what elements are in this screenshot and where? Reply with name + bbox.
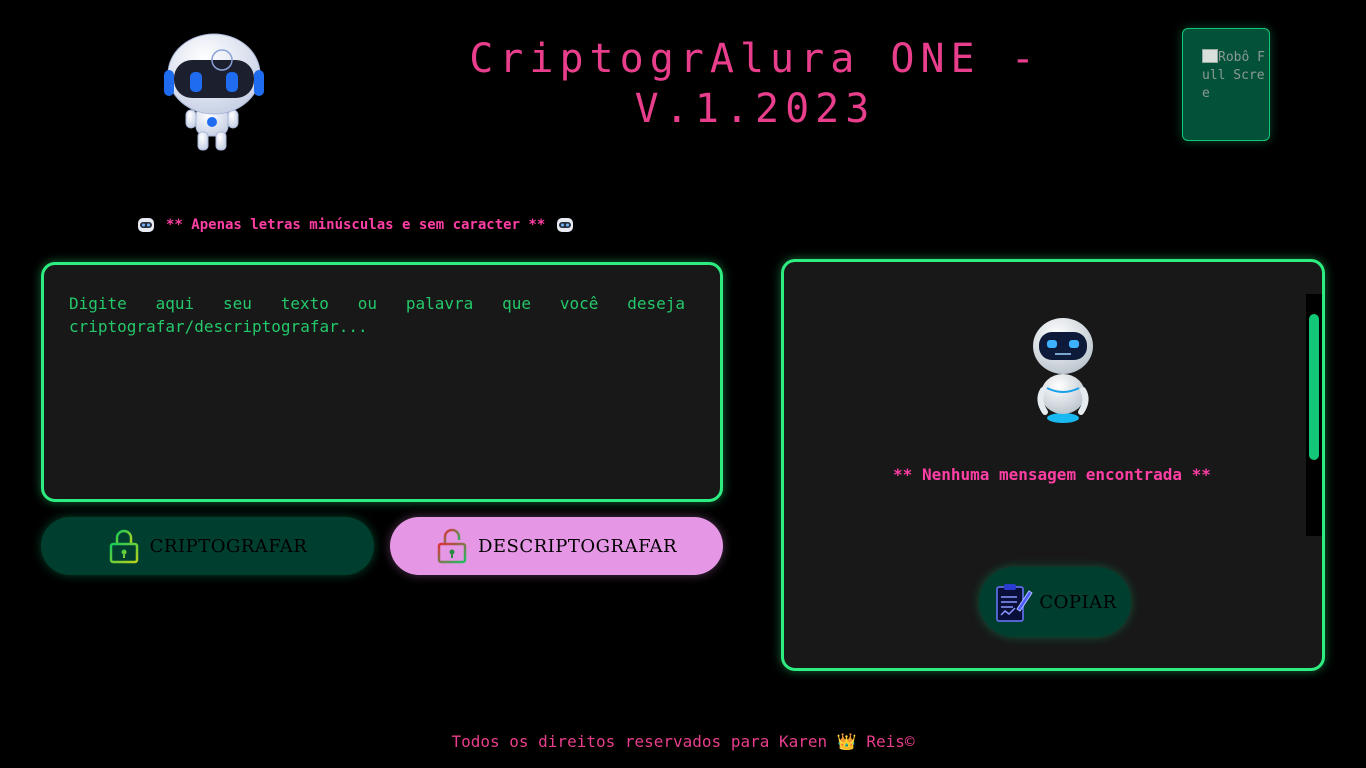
robot-emoji-icon (557, 218, 574, 232)
copy-button[interactable]: COPIAR (979, 567, 1131, 637)
broken-image-icon: Robô Full Scree (1202, 49, 1266, 129)
robot-emoji-icon (138, 218, 154, 232)
footer-author: Reis© (866, 732, 915, 751)
decrypt-button-label: DESCRIPTOGRAFAR (477, 535, 678, 557)
lock-icon (109, 529, 138, 564)
footer-text: Todos os direitos reservados para Karen (451, 732, 828, 751)
empty-output-message: ** Nenhuma mensagem encontrada ** (893, 465, 1211, 484)
input-warning: ** Apenas letras minúsculas e sem caract… (136, 214, 575, 236)
crown-icon: 👑 (836, 732, 857, 751)
copy-button-label: COPIAR (1039, 591, 1117, 613)
fullscreen-button[interactable]: Robô Full Scree (1182, 28, 1270, 141)
warning-text: ** Apenas letras minúsculas e sem caract… (166, 217, 546, 233)
robot-illustration-icon (1033, 318, 1093, 423)
input-panel (41, 262, 723, 502)
robot-logo-icon (164, 33, 264, 151)
decrypt-button[interactable]: DESCRIPTOGRAFAR (390, 517, 723, 575)
output-panel: ** Nenhuma mensagem encontrada ** COPIAR (781, 259, 1325, 671)
clipboard-icon (996, 584, 1034, 622)
encrypt-button-label: CRIPTOGRAFAR (149, 535, 308, 557)
page-title: CriptogrAlura ONE - V.1.2023 (469, 36, 1041, 132)
footer: Todos os direitos reservados para Karen … (0, 732, 1366, 751)
encrypt-button[interactable]: CRIPTOGRAFAR (41, 517, 374, 575)
scrollbar-thumb[interactable] (1309, 314, 1319, 460)
output-scrollbar[interactable] (1306, 294, 1322, 536)
unlock-icon (437, 528, 467, 564)
message-input[interactable] (69, 292, 685, 482)
